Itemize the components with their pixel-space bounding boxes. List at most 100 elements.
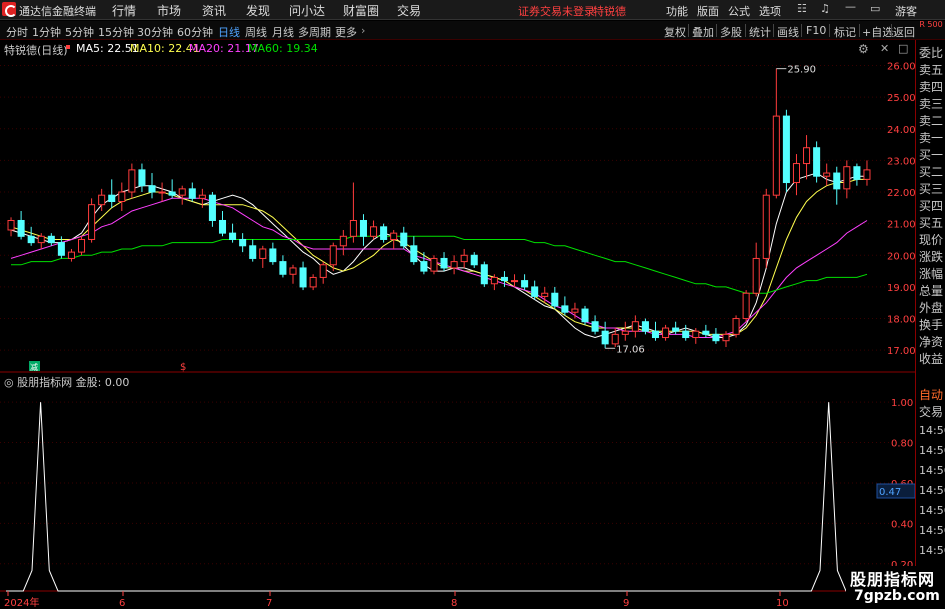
candle-body xyxy=(440,257,448,269)
menu-quotes[interactable]: 行情 xyxy=(112,2,136,19)
maximize-chart-icon[interactable]: □ xyxy=(898,42,908,55)
candle-body xyxy=(239,238,247,247)
quote-label: 涨幅 xyxy=(919,267,944,281)
candle-body xyxy=(289,267,297,275)
stats-button[interactable]: 统计 xyxy=(749,24,771,40)
period-1min[interactable]: 1分钟 xyxy=(32,24,61,40)
candle-body xyxy=(611,333,619,345)
candle-body xyxy=(37,235,45,244)
date-label: 7 xyxy=(266,598,272,609)
candle-body xyxy=(229,232,237,240)
draw-line-button[interactable]: 画线 xyxy=(777,24,799,40)
divider xyxy=(688,24,689,37)
menu-wealth[interactable]: 财富圈 xyxy=(343,2,379,19)
quote-label: 涨跌 xyxy=(919,250,944,264)
multi-stock-button[interactable]: 多股 xyxy=(720,24,742,40)
restore-icon[interactable]: ▭ xyxy=(870,2,880,15)
period-multi[interactable]: 多周期 xyxy=(298,24,331,40)
add-watchlist-button[interactable]: +自选 xyxy=(862,24,893,40)
quote-label: 委比 xyxy=(919,46,944,60)
quote-label: 卖三 xyxy=(919,97,944,111)
date-label: 6 xyxy=(119,598,125,609)
candle-body xyxy=(772,115,780,196)
candle-body xyxy=(803,147,811,165)
tick-time: 14:56 xyxy=(919,424,945,437)
candle-body xyxy=(329,245,337,266)
flag-icon xyxy=(66,45,70,49)
candle-body xyxy=(521,280,529,288)
period-60min[interactable]: 60分钟 xyxy=(177,24,213,40)
period-timeline[interactable]: 分时 xyxy=(6,24,28,40)
kline-chart[interactable]: 17.00 18.00 19.00 20.00 21.00 22.00 23.00 24.00… xyxy=(0,40,915,609)
price-tick: 19.00 xyxy=(887,283,915,294)
period-5min[interactable]: 5分钟 xyxy=(65,24,94,40)
grid-icon[interactable]: ☷ xyxy=(797,2,807,15)
candle-body xyxy=(621,330,629,335)
trade-label[interactable]: 交易 xyxy=(919,403,943,420)
overlay-button[interactable]: 叠加 xyxy=(692,24,714,40)
date-label: 2024年 xyxy=(4,596,39,609)
menu-options[interactable]: 选项 xyxy=(759,3,781,19)
trade-login-warning[interactable]: 证券交易未登录 xyxy=(518,3,595,19)
candle-body xyxy=(450,261,458,269)
chevron-right-icon[interactable]: › xyxy=(361,24,365,37)
settings-icon[interactable]: ⚙ xyxy=(858,42,869,56)
mark-button[interactable]: 标记 xyxy=(834,24,856,40)
menu-trade[interactable]: 交易 xyxy=(397,2,421,19)
trade-label[interactable]: 自动 xyxy=(919,386,943,403)
dollar-marker: $ xyxy=(180,362,186,373)
candle-body xyxy=(792,163,800,184)
bell-icon[interactable]: ♫ xyxy=(820,2,830,15)
candle-body xyxy=(541,292,549,297)
candle-body xyxy=(662,327,670,339)
ma60-label: MA60: 19.34 xyxy=(248,42,318,55)
candle-body xyxy=(692,330,700,339)
minimize-icon[interactable]: — xyxy=(845,0,856,13)
indicator-tick: 1.00 xyxy=(891,398,913,409)
period-more[interactable]: 更多 xyxy=(335,24,357,40)
quote-label: 卖二 xyxy=(919,114,944,128)
period-monthly[interactable]: 月线 xyxy=(272,24,294,40)
period-toolbar: 分时 1分钟 5分钟 15分钟 30分钟 60分钟 日线 周线 月线 多周期 更… xyxy=(0,21,945,40)
candle-body xyxy=(78,238,86,253)
candle xyxy=(732,315,740,338)
candle-body xyxy=(359,219,367,237)
guest-label[interactable]: 游客 xyxy=(895,3,917,19)
candle-body xyxy=(732,318,740,335)
candle-body xyxy=(591,321,599,332)
candle-body xyxy=(249,245,257,259)
menu-function[interactable]: 功能 xyxy=(666,3,688,19)
quote-label: 换手 xyxy=(919,318,944,332)
menu-formula[interactable]: 公式 xyxy=(728,3,750,19)
price-tick: 23.00 xyxy=(887,156,915,167)
menu-layout[interactable]: 版面 xyxy=(697,3,719,19)
candle-body xyxy=(168,191,176,196)
app-title: 通达信金融终端 xyxy=(19,5,96,18)
close-chart-icon[interactable]: ✕ xyxy=(880,42,889,55)
watermark-brand: 股朋指标网 7gpzb.com xyxy=(846,566,943,609)
menu-discover[interactable]: 发现 xyxy=(246,2,270,19)
candle-body xyxy=(531,286,539,297)
menu-ask[interactable]: 问小达 xyxy=(289,2,325,19)
tick-time: 14:56 xyxy=(919,444,945,457)
chart-title: 特锐德(日线) xyxy=(4,44,68,57)
menu-market[interactable]: 市场 xyxy=(157,2,181,19)
menu-bar: 通达信金融终端 行情 市场 资讯 发现 问小达 财富圈 交易 证券交易未登录 特… xyxy=(0,0,945,20)
period-weekly[interactable]: 周线 xyxy=(245,24,267,40)
period-30min[interactable]: 30分钟 xyxy=(137,24,173,40)
f10-button[interactable]: F10 xyxy=(806,24,826,37)
brand-line1: 股朋指标网 xyxy=(850,570,936,589)
back-button[interactable]: 返回 xyxy=(893,24,915,40)
restore-rights-button[interactable]: 复权 xyxy=(664,24,686,40)
quote-label: 收益 xyxy=(919,352,944,366)
period-daily[interactable]: 日线 xyxy=(218,24,240,40)
period-15min[interactable]: 15分钟 xyxy=(98,24,134,40)
menu-news[interactable]: 资讯 xyxy=(202,2,226,19)
candle-body xyxy=(108,194,116,203)
reduce-marker-label: 减 xyxy=(30,362,38,372)
candle-body xyxy=(581,308,589,323)
candle xyxy=(380,223,388,243)
candle-body xyxy=(47,235,55,244)
indicator-toggle-icon[interactable]: ◎ xyxy=(4,376,14,389)
candle-body xyxy=(98,194,106,206)
